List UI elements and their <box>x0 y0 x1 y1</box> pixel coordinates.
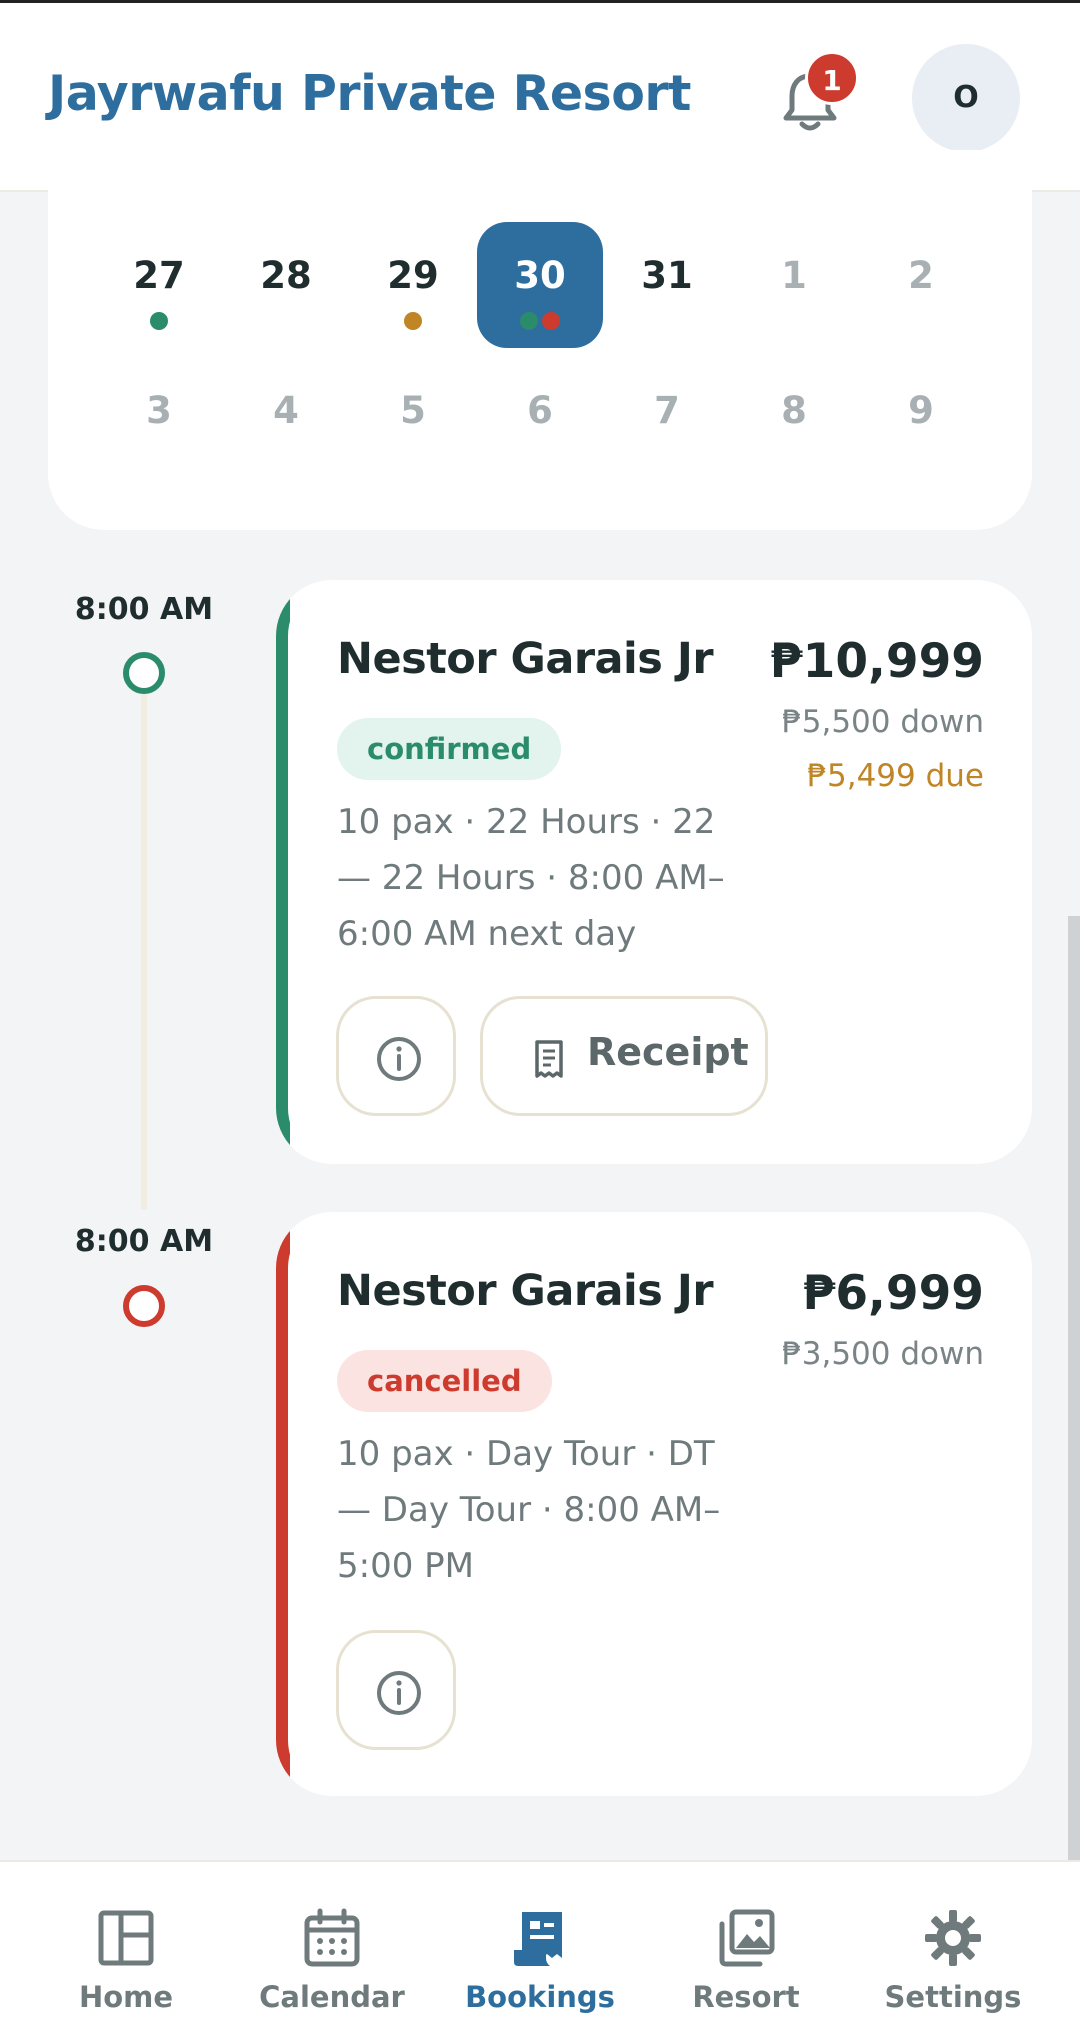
day-number: 29 <box>387 254 439 297</box>
calendar-day-7[interactable]: 7 <box>604 357 730 483</box>
scrollbar[interactable] <box>1068 916 1080 1860</box>
bookings-receipt-icon <box>514 1912 562 1966</box>
bottom-navigation: Home Calendar Bookings Resort Settings <box>0 1860 1080 2036</box>
info-icon <box>377 1671 421 1715</box>
guest-name: Nestor Garais Jr <box>337 1266 714 1316</box>
day-number: 1 <box>781 254 807 297</box>
day-number: 3 <box>146 389 172 432</box>
receipt-label: Receipt <box>587 1030 749 1074</box>
info-button[interactable] <box>336 996 456 1116</box>
day-number: 4 <box>273 389 299 432</box>
booking-time: 8:00 AM <box>74 592 214 627</box>
nav-label: Calendar <box>259 1980 405 2014</box>
home-layout-icon <box>98 1910 154 1966</box>
amount-due: ₱5,499 due <box>807 758 984 794</box>
info-button[interactable] <box>336 1630 456 1750</box>
calendar-day-9[interactable]: 9 <box>858 357 984 483</box>
nav-bookings[interactable]: Bookings <box>432 1862 648 2036</box>
booking-time: 8:00 AM <box>74 1224 214 1259</box>
nav-resort[interactable]: Resort <box>638 1862 854 2036</box>
day-number: 31 <box>641 254 693 297</box>
nav-label: Resort <box>692 1980 800 2014</box>
day-number: 28 <box>260 254 312 297</box>
status-badge: cancelled <box>337 1350 552 1412</box>
status-badge: confirmed <box>337 718 562 780</box>
booking-card[interactable]: Nestor Garais Jr ₱6,999 ₱3,500 down canc… <box>276 1212 1032 1796</box>
calendar-day-6[interactable]: 6 <box>477 357 603 483</box>
booking-dots <box>477 312 603 332</box>
nav-settings[interactable]: Settings <box>845 1862 1061 2036</box>
nav-home[interactable]: Home <box>18 1862 234 2036</box>
day-number: 8 <box>781 389 807 432</box>
nav-label: Home <box>78 1980 174 2014</box>
calendar-day-8[interactable]: 8 <box>731 357 857 483</box>
timeline-marker-confirmed <box>123 652 165 694</box>
calendar-day-5[interactable]: 5 <box>350 357 476 483</box>
calendar-day-27[interactable]: 27 <box>96 222 222 348</box>
nav-label: Bookings <box>465 1980 615 2014</box>
calendar-day-4[interactable]: 4 <box>223 357 349 483</box>
day-number: 9 <box>908 389 934 432</box>
pending-dot <box>404 312 422 330</box>
notification-badge: 1 <box>805 51 859 105</box>
calendar-day-29[interactable]: 29 <box>350 222 476 348</box>
avatar[interactable]: O <box>912 44 1020 152</box>
cancelled-dot <box>542 312 560 330</box>
day-number: 30 <box>514 254 566 297</box>
nav-calendar[interactable]: Calendar <box>224 1862 440 2036</box>
day-number: 6 <box>527 389 553 432</box>
confirmed-dot <box>520 312 538 330</box>
gear-icon <box>925 1910 981 1966</box>
calendar-day-2[interactable]: 2 <box>858 222 984 348</box>
calendar-day-1[interactable]: 1 <box>731 222 857 348</box>
timeline-connector <box>141 694 147 1210</box>
day-number: 2 <box>908 254 934 297</box>
app-title: Jayrwafu Private Resort <box>48 65 691 122</box>
booking-dots <box>350 312 476 332</box>
booking-details: 10 pax · Day Tour · DT — Day Tour · 8:00… <box>337 1434 721 1586</box>
calendar-day-31[interactable]: 31 <box>604 222 730 348</box>
guest-name: Nestor Garais Jr <box>337 634 714 684</box>
confirmed-dot <box>150 312 168 330</box>
calendar-day-3[interactable]: 3 <box>96 357 222 483</box>
receipt-button[interactable]: Receipt <box>480 996 768 1116</box>
calendar-icon <box>304 1908 360 1967</box>
down-payment: ₱3,500 down <box>782 1336 984 1372</box>
calendar-card: 27 28 29 30 31 1 2 3 4 5 6 7 8 9 <box>48 150 1032 530</box>
booking-details: 10 pax · 22 Hours · 22 — 22 Hours · 8:00… <box>337 802 725 954</box>
receipt-icon <box>535 1040 563 1078</box>
nav-label: Settings <box>884 1980 1022 2014</box>
calendar-day-28[interactable]: 28 <box>223 222 349 348</box>
gallery-icon <box>719 1909 775 1967</box>
booking-price: ₱10,999 <box>769 634 984 689</box>
day-number: 5 <box>400 389 426 432</box>
down-payment: ₱5,500 down <box>782 704 984 740</box>
timeline-marker-cancelled <box>123 1285 165 1327</box>
booking-price: ₱6,999 <box>802 1266 984 1321</box>
booking-card[interactable]: Nestor Garais Jr ₱10,999 ₱5,500 down ₱5,… <box>276 580 1032 1164</box>
day-number: 7 <box>654 389 680 432</box>
day-number: 27 <box>133 254 185 297</box>
calendar-day-30-selected[interactable]: 30 <box>477 222 603 348</box>
info-icon <box>377 1037 421 1081</box>
booking-dots <box>96 312 222 332</box>
